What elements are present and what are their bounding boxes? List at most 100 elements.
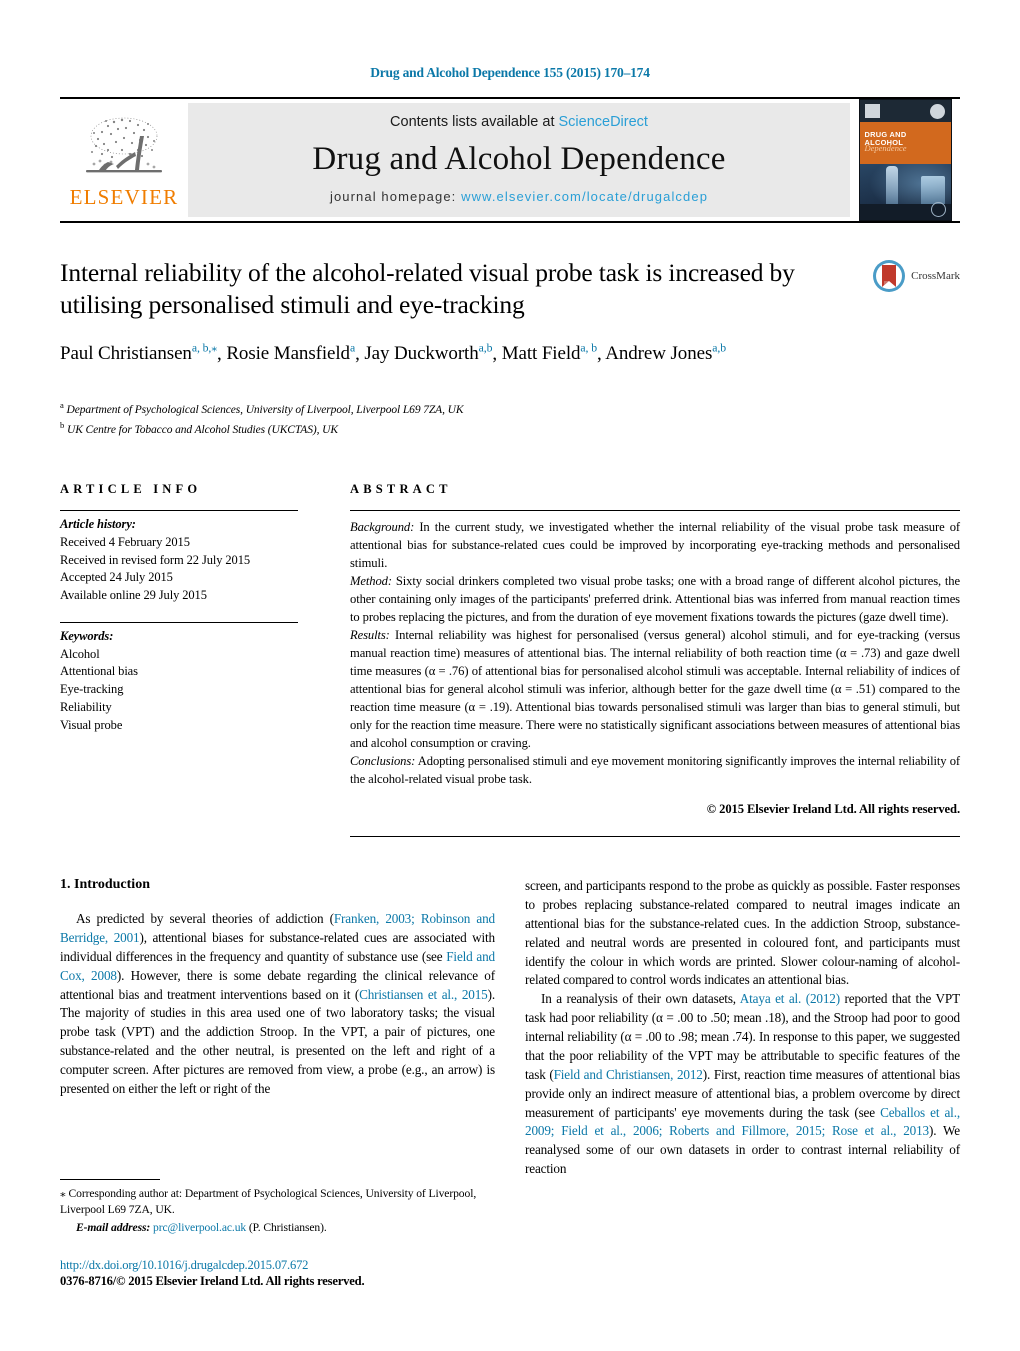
cover-image: DRUG AND ALCOHOL Dependence [858, 99, 952, 221]
cover-caption-lines [864, 220, 917, 221]
abstract-column: ABSTRACT Background: In the current stud… [350, 482, 960, 837]
contents-prefix: Contents lists available at [390, 114, 559, 130]
author-sep: , [217, 343, 227, 365]
affiliations: a Department of Psychological Sciences, … [60, 399, 960, 440]
abstract-text: Internal reliability was highest for per… [350, 628, 960, 750]
footnote-divider [60, 1178, 160, 1180]
keywords-label: Keywords: [60, 628, 114, 643]
abstract-text: Adopting personalised stimuli and eye mo… [350, 754, 960, 786]
author-affil-marker: a, b [580, 341, 597, 355]
keyword-item: Alcohol [60, 646, 100, 661]
cover-badge-icon [930, 202, 946, 217]
article-page: Drug and Alcohol Dependence 155 (2015) 1… [0, 0, 1020, 1351]
author-sep: , [355, 343, 365, 365]
contents-line: Contents lists available at ScienceDirec… [390, 114, 648, 130]
email-suffix: (P. Christiansen). [246, 1220, 327, 1234]
body-column-left: 1. Introduction As predicted by several … [60, 877, 495, 1179]
keyword-item: Attentional bias [60, 664, 138, 679]
body-text: As predicted by several theories of addi… [76, 911, 334, 926]
author: Paul Christiansena, b,⁎ [60, 342, 217, 365]
journal-title: Drug and Alcohol Dependence [312, 141, 726, 177]
body-columns: 1. Introduction As predicted by several … [60, 877, 960, 1179]
citation-link[interactable]: Field and Christiansen, 2012 [554, 1067, 703, 1082]
author-affil-marker: a,b [712, 341, 726, 355]
title-block: Internal reliability of the alcohol-rela… [60, 223, 960, 367]
keywords-block: Keywords: Alcohol Attentional bias Eye-t… [60, 621, 298, 735]
running-head: Drug and Alcohol Dependence 155 (2015) 1… [370, 65, 650, 80]
issn-copyright-line: 0376-8716/© 2015 Elsevier Ireland Ltd. A… [60, 1274, 365, 1288]
footnote-area: ⁎ Corresponding author at: Department of… [60, 1178, 510, 1289]
copyright-line: © 2015 Elsevier Ireland Ltd. All rights … [706, 802, 960, 816]
article-info-column: ARTICLE INFO Article history: Received 4… [60, 482, 298, 837]
corresponding-author-text: Corresponding author at: Department of P… [60, 1186, 477, 1217]
author: Jay Duckwortha,b [364, 341, 493, 365]
body-paragraph: As predicted by several theories of addi… [60, 910, 495, 1099]
affiliation-marker: b [60, 420, 65, 431]
abstract-text: Sixty social drinkers completed two visu… [350, 574, 960, 624]
abstract-label: Background: [350, 520, 415, 534]
section-title: Introduction [74, 877, 150, 892]
author-name: Jay Duckworth [364, 343, 479, 365]
history-item: Received 4 February 2015 [60, 534, 190, 549]
abstract-paragraph-results: Results: Internal reliability was highes… [350, 626, 960, 752]
email-link[interactable]: prc@liverpool.ac.uk [153, 1221, 246, 1234]
abstract-label: Results: [350, 628, 390, 642]
cover-elsevier-mark-icon [864, 104, 880, 118]
homepage-prefix: journal homepage: [329, 189, 462, 204]
affiliation-text: UK Centre for Tobacco and Alcohol Studie… [67, 424, 338, 437]
body-text: ). The majority of studies in this area … [60, 986, 495, 1096]
citation-link[interactable]: Ataya et al. (2012) [740, 991, 840, 1006]
cover-subtitle: Dependence [864, 143, 907, 153]
elsevier-wordmark: ELSEVIER [69, 185, 179, 209]
body-column-right: screen, and participants respond to the … [525, 877, 960, 1179]
author-name: Matt Field [501, 343, 581, 365]
crossmark-label: CrossMark [911, 270, 960, 282]
body-text: In a reanalysis of their own datasets, [541, 991, 740, 1007]
crossmark-badge[interactable]: CrossMark [856, 257, 960, 367]
author-name: Paul Christiansen [60, 343, 192, 365]
divider [350, 836, 960, 837]
journal-homepage-line: journal homepage: www.elsevier.com/locat… [330, 189, 708, 204]
sciencedirect-link[interactable]: ScienceDirect [559, 114, 648, 130]
journal-homepage-link[interactable]: www.elsevier.com/locate/drugalcdep [461, 189, 708, 204]
journal-banner: Contents lists available at ScienceDirec… [188, 103, 850, 217]
author-name: Rosie Mansfield [226, 343, 350, 365]
author-affil-marker: a,b [478, 341, 493, 355]
corresponding-author-note: ⁎ Corresponding author at: Department of… [60, 1186, 510, 1219]
abstract-label: Conclusions: [350, 754, 416, 768]
doi-block: http://dx.doi.org/10.1016/j.drugalcdep.2… [60, 1258, 510, 1289]
abstract-paragraph-method: Method: Sixty social drinkers completed … [350, 572, 960, 626]
journal-cover-thumbnail: DRUG AND ALCOHOL Dependence [850, 99, 960, 221]
section-number: 1. [60, 877, 71, 892]
elsevier-tree-icon [86, 117, 162, 173]
affiliation-item: a Department of Psychological Sciences, … [60, 399, 960, 420]
info-abstract-region: ARTICLE INFO Article history: Received 4… [60, 482, 960, 837]
author: Rosie Mansfielda [226, 342, 355, 365]
abstract-body: Background: In the current study, we inv… [350, 511, 960, 818]
affiliation-item: b UK Centre for Tobacco and Alcohol Stud… [60, 419, 960, 440]
page-title: Internal reliability of the alcohol-rela… [60, 258, 795, 319]
author-name: Andrew Jones [605, 343, 713, 365]
affiliation-marker: a [60, 399, 64, 410]
article-history: Article history: Received 4 February 201… [60, 511, 298, 605]
keyword-item: Eye-tracking [60, 682, 124, 696]
cover-photo [859, 164, 951, 221]
author-sep: , [492, 343, 502, 365]
body-paragraph: In a reanalysis of their own datasets, A… [525, 990, 960, 1179]
abstract-paragraph-background: Background: In the current study, we inv… [350, 518, 960, 572]
cover-circle-mark-icon [929, 104, 945, 119]
history-item: Received in revised form 22 July 2015 [60, 552, 251, 567]
affiliation-text: Department of Psychological Sciences, Un… [66, 403, 464, 416]
section-heading-introduction: 1. Introduction [60, 877, 495, 893]
citation-link[interactable]: Christiansen et al., 2015 [359, 987, 488, 1002]
email-label: E-mail address: [76, 1220, 151, 1234]
keywords-list: Keywords: Alcohol Attentional bias Eye-t… [60, 623, 298, 735]
article-history-label: Article history: [60, 517, 136, 531]
doi-link[interactable]: http://dx.doi.org/10.1016/j.drugalcdep.2… [60, 1258, 510, 1273]
keyword-item: Visual probe [60, 717, 123, 732]
crossmark-icon [873, 260, 906, 292]
keyword-item: Reliability [60, 699, 112, 714]
elsevier-logo: ELSEVIER [60, 99, 188, 221]
abstract-heading: ABSTRACT [350, 482, 452, 496]
author-list: Paul Christiansena, b,⁎, Rosie Mansfield… [60, 341, 840, 367]
